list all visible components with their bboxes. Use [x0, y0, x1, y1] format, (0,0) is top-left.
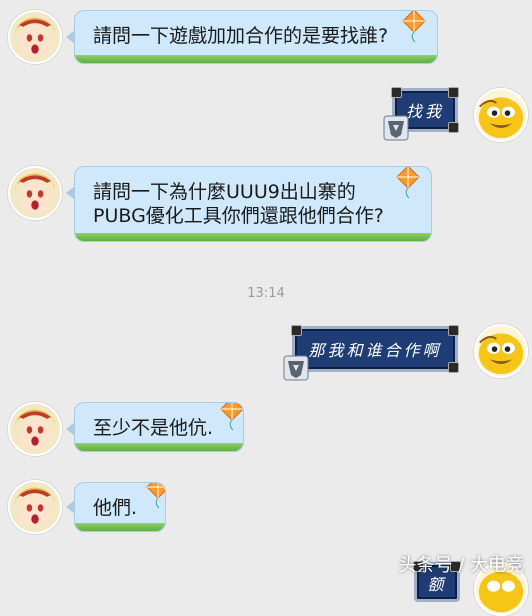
bubble-corner	[448, 122, 459, 133]
message-bubble[interactable]: 他們.	[74, 482, 166, 532]
grass-decoration	[75, 443, 243, 451]
bubble-corner	[448, 87, 459, 98]
message-text-line: PUBG優化工具你們還跟他們合作?	[93, 205, 384, 227]
kite-icon	[219, 403, 243, 437]
message-text: 他們.	[93, 497, 138, 519]
bubble-corner	[291, 325, 302, 336]
grass-decoration	[75, 523, 165, 531]
sender-avatar[interactable]	[8, 402, 62, 456]
message-bubble[interactable]: 找我	[383, 87, 459, 141]
message-bubble[interactable]: 請問一下遊戲加加合作的是要找誰?	[74, 10, 438, 64]
self-avatar[interactable]	[474, 88, 528, 142]
message-text: 至少不是他伉.	[93, 417, 214, 439]
grass-decoration	[75, 233, 431, 241]
message-text: 請問一下遊戲加加合作的是要找誰?	[93, 25, 389, 47]
sender-avatar[interactable]	[8, 480, 62, 534]
bubble-corner	[391, 87, 402, 98]
bubble-corner	[448, 362, 459, 373]
kite-icon	[395, 167, 421, 205]
grass-decoration	[75, 55, 437, 63]
message-bubble[interactable]: 請問一下為什麼UUU9出山寨的 PUBG優化工具你們還跟他們合作?	[74, 166, 432, 242]
transformer-emblem-icon	[383, 115, 409, 141]
message-bubble[interactable]: 那我和谁合作啊	[283, 325, 459, 381]
bubble-corner	[448, 325, 459, 336]
timestamp: 13:14	[247, 286, 285, 301]
message-text-line: 請問一下為什麼UUU9出山寨的	[93, 181, 356, 203]
sender-avatar[interactable]	[8, 166, 62, 220]
transformer-emblem-icon	[283, 355, 309, 381]
kite-icon	[145, 483, 165, 515]
watermark: 头条号 / 大电竞	[398, 555, 524, 576]
message-text: 找我	[405, 102, 444, 121]
message-bubble[interactable]: 至少不是他伉.	[74, 402, 244, 452]
self-avatar[interactable]	[474, 324, 528, 378]
sender-avatar[interactable]	[8, 10, 62, 64]
message-text: 那我和谁合作啊	[308, 341, 442, 360]
kite-icon	[401, 11, 427, 49]
